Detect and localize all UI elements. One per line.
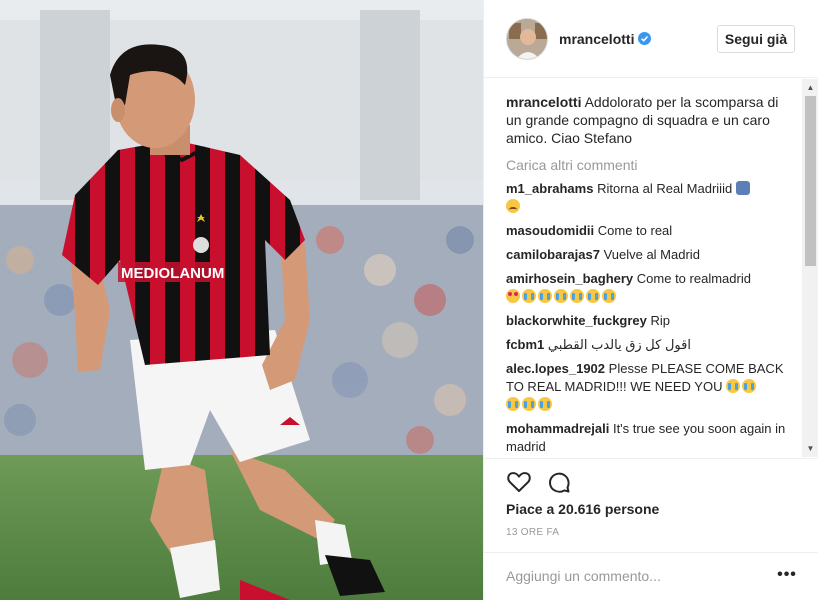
post-author-username[interactable]: mrancelotti (559, 31, 634, 47)
comment-item: m1_abrahams Ritorna al Real Madriiid (506, 180, 791, 216)
scroll-up-arrow-icon[interactable]: ▲ (802, 79, 818, 96)
comment-username[interactable]: fcbm1 (506, 337, 544, 352)
comment-username[interactable]: camilobarajas7 (506, 247, 600, 262)
verified-badge-icon (638, 32, 651, 45)
crying-emoji-icon (538, 289, 552, 303)
post-header: mrancelotti Segui già (484, 0, 818, 78)
crying-emoji-icon (602, 289, 616, 303)
comment-username[interactable]: mohammadrejali (506, 421, 609, 436)
comment-username[interactable]: masoudomidii (506, 223, 594, 238)
comment-text: Vuelve al Madrid (603, 247, 700, 262)
comment-text: Rip (650, 313, 671, 328)
crying-emoji-icon (570, 289, 584, 303)
comment-item: alec.lopes_1902 Plesse PLEASE COME BACK … (506, 360, 791, 414)
person-emoji-icon (735, 181, 750, 195)
heart-eyes-emoji-icon (506, 289, 520, 303)
crying-emoji-icon (506, 397, 520, 411)
crying-emoji-icon (726, 379, 741, 393)
comments-scrollbar[interactable]: ▲ ▼ (802, 79, 818, 457)
comment-text: Ritorna al Real Madriiid (597, 181, 733, 196)
crying-emoji-icon (522, 397, 536, 411)
caption-username[interactable]: mrancelotti (506, 94, 581, 110)
comments-content: mrancelotti Addolorato per la scomparsa … (506, 93, 791, 456)
comment-username[interactable]: alec.lopes_1902 (506, 361, 605, 376)
post-photo: MEDIOLANUM (0, 0, 483, 600)
crying-emoji-icon (522, 289, 536, 303)
scrollbar-thumb[interactable] (805, 96, 816, 266)
more-options-icon[interactable]: ••• (776, 566, 798, 586)
following-button[interactable]: Segui già (717, 25, 795, 53)
comment-text: Come to realmadrid (636, 271, 751, 286)
add-comment-input[interactable] (506, 565, 766, 587)
post-timestamp[interactable]: 13 ORE FA (506, 527, 559, 538)
post-side-panel: mrancelotti Segui già mrancelotti Addolo… (483, 0, 818, 600)
comment-text: Come to real (597, 223, 673, 238)
comment-text: اقول كل زق يالدب القطبي (547, 337, 691, 352)
add-comment-bar: ••• (484, 552, 818, 600)
crying-emoji-icon (554, 289, 568, 303)
comment-username[interactable]: blackorwhite_fuckgrey (506, 313, 647, 328)
comments-list[interactable]: mrancelotti Addolorato per la scomparsa … (484, 79, 818, 457)
comment-item: mohammadrejali It's true see you soon ag… (506, 420, 791, 456)
crying-emoji-icon (742, 379, 757, 393)
post-caption: mrancelotti Addolorato per la scomparsa … (506, 93, 791, 147)
likes-count[interactable]: Piace a 20.616 persone (506, 501, 659, 517)
scroll-down-arrow-icon[interactable]: ▼ (802, 440, 818, 457)
sad-emoji-icon (506, 199, 520, 213)
load-more-comments-link[interactable]: Carica altri commenti (506, 156, 791, 174)
post-photo-illustration: MEDIOLANUM (0, 0, 483, 600)
comment-username[interactable]: amirhosein_baghery (506, 271, 633, 286)
comment-item: blackorwhite_fuckgrey Rip (506, 312, 791, 330)
crying-emoji-icon (538, 397, 552, 411)
crying-emoji-icon (586, 289, 600, 303)
comment-item: masoudomidii Come to real (506, 222, 791, 240)
comment-item: camilobarajas7 Vuelve al Madrid (506, 246, 791, 264)
comment-item: amirhosein_baghery Come to realmadrid (506, 270, 791, 306)
comment-username[interactable]: m1_abrahams (506, 181, 593, 196)
avatar-image (507, 19, 547, 59)
avatar[interactable] (506, 18, 548, 60)
comment-bubble-icon[interactable] (546, 469, 572, 495)
heart-icon[interactable] (506, 469, 532, 495)
comment-item: fcbm1 اقول كل زق يالدب القطبي (506, 336, 791, 354)
shirt-sponsor-text: MEDIOLANUM (121, 265, 224, 282)
